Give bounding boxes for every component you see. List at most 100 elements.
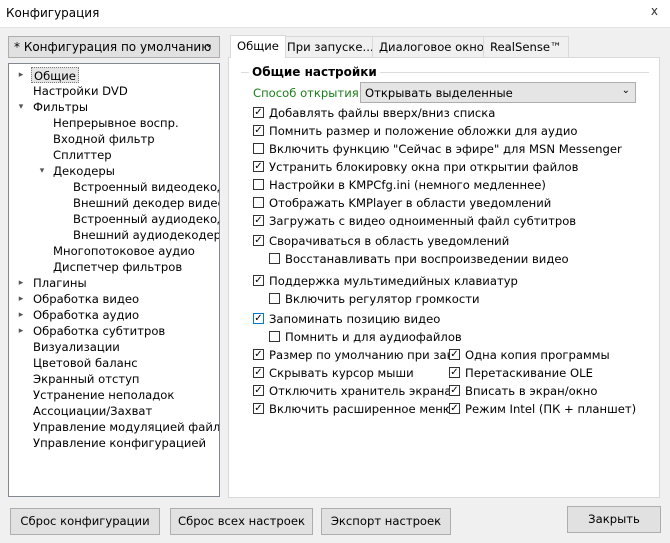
checkbox-label: Отключить хранитель экрана [269, 384, 452, 398]
checkbox-kmpcfg-ini[interactable]: Настройки в KMPCfg.ini (немного медленне… [253, 177, 546, 193]
checkbox-icon[interactable] [253, 313, 264, 324]
checkbox-single-instance[interactable]: Одна копия программы [449, 347, 610, 363]
tree-item-filters[interactable]: Фильтры [33, 99, 88, 115]
checkbox-icon[interactable] [449, 403, 460, 414]
expand-icon[interactable]: ▸ [16, 275, 26, 291]
expand-icon[interactable]: ▸ [16, 307, 26, 323]
checkbox-icon[interactable] [449, 349, 460, 360]
checkbox-label: Восстанавливать при воспроизведении виде… [285, 252, 569, 266]
checkbox-icon[interactable] [269, 253, 280, 264]
checkbox-remember-position[interactable]: Запоминать позицию видео [253, 311, 440, 327]
checkbox-hide-cursor[interactable]: Скрывать курсор мыши [253, 365, 414, 381]
tree-item-file-modulation[interactable]: Управление модуляцией файла [33, 419, 219, 435]
checkbox-extended-menu[interactable]: Включить расширенное меню [253, 401, 453, 417]
expand-icon[interactable]: ▸ [16, 291, 26, 307]
tree-item-continuous-play[interactable]: Непрерывное воспр. [53, 115, 179, 131]
tree-item-video-processing[interactable]: Обработка видео [33, 291, 139, 307]
checkbox-media-keys[interactable]: Поддержка мультимедийных клавиатур [253, 273, 518, 289]
tree-item-visualizations[interactable]: Визуализации [33, 339, 120, 355]
checkbox-minimize-to-tray[interactable]: Сворачиваться в область уведомлений [253, 233, 509, 249]
checkbox-icon[interactable] [253, 215, 264, 226]
tree-item-dvd[interactable]: Настройки DVD [33, 83, 128, 99]
close-icon[interactable]: x [651, 4, 658, 18]
tree-item-decoders[interactable]: Декодеры [53, 163, 115, 179]
checkbox-label: Поддержка мультимедийных клавиатур [269, 274, 518, 288]
checkbox-icon[interactable] [449, 367, 460, 378]
tree-item-filter-manager[interactable]: Диспетчер фильтров [53, 259, 182, 275]
checkbox-icon[interactable] [253, 403, 264, 414]
tree-item-config-management[interactable]: Управление конфигурацией [33, 435, 206, 451]
tree-item-external-video-decoder[interactable]: Внешний декодер видео [73, 195, 219, 211]
checkbox-icon[interactable] [253, 179, 264, 190]
chevron-down-icon: ⌄ [621, 85, 630, 96]
checkbox-tray-icon[interactable]: Отображать KMPlayer в области уведомлени… [253, 195, 551, 211]
checkbox-icon[interactable] [253, 367, 264, 378]
tree-item-troubleshooting[interactable]: Устранение неполадок [33, 387, 174, 403]
tree-item-color-balance[interactable]: Цветовой баланс [33, 355, 138, 371]
checkbox-msn-now-playing[interactable]: Включить функцию "Сейчас в эфире" для MS… [253, 141, 622, 157]
tree-item-associations[interactable]: Ассоциации/Захват [33, 403, 152, 419]
reset-all-button[interactable]: Сброс всех настроек [170, 508, 313, 535]
tab-general[interactable]: Общие [230, 35, 286, 58]
checkbox-add-files[interactable]: Добавлять файлы вверх/вниз списка [253, 105, 495, 121]
tab-dialog[interactable]: Диалоговое окно [372, 36, 491, 57]
tree-item-splitter[interactable]: Сплиттер [53, 147, 112, 163]
tree-item-plugins[interactable]: Плагины [33, 275, 87, 291]
checkbox-label: Помнить размер и положение обложки для а… [269, 124, 578, 138]
checkbox-default-size[interactable]: Размер по умолчанию при закр [253, 347, 449, 363]
checkbox-label: Помнить и для аудиофайлов [285, 330, 462, 344]
checkbox-restore-on-play[interactable]: Восстанавливать при воспроизведении виде… [269, 251, 569, 267]
checkbox-icon[interactable] [253, 161, 264, 172]
tree-item-screen-margin[interactable]: Экранный отступ [33, 371, 140, 387]
checkbox-icon[interactable] [269, 331, 280, 342]
checkbox-no-window-lock[interactable]: Устранить блокировку окна при открытии ф… [253, 159, 578, 175]
checkbox-intel-mode[interactable]: Режим Intel (ПК + планшет) [449, 401, 636, 417]
checkbox-icon[interactable] [253, 125, 264, 136]
checkbox-icon[interactable] [253, 107, 264, 118]
tree-item-multistream-audio[interactable]: Многопотоковое аудио [53, 243, 195, 259]
collapse-icon[interactable]: ▾ [16, 99, 26, 115]
checkbox-disable-screensaver[interactable]: Отключить хранитель экрана [253, 383, 451, 399]
tree-item-audio-processing[interactable]: Обработка аудио [33, 307, 139, 323]
open-method-select[interactable]: Открывать выделенные ⌄ [360, 82, 636, 103]
window-title: Конфигурация [6, 6, 100, 20]
checkbox-remember-audio[interactable]: Помнить и для аудиофайлов [269, 329, 462, 345]
tree-item-builtin-audio-decoder[interactable]: Встроенный аудиодекодер [73, 211, 219, 227]
checkbox-remember-cover[interactable]: Помнить размер и положение обложки для а… [253, 123, 578, 139]
tree-item-input-filter[interactable]: Входной фильтр [53, 131, 155, 147]
tree-item-builtin-video-decoder[interactable]: Встроенный видеодекодер [73, 179, 219, 195]
checkbox-icon[interactable] [449, 385, 460, 396]
checkbox-icon[interactable] [253, 143, 264, 154]
checkbox-label: Перетаскивание OLE [465, 366, 593, 380]
reset-config-button[interactable]: Сброс конфигурации [10, 508, 160, 535]
tree-item-subtitle-processing[interactable]: Обработка субтитров [33, 323, 165, 339]
checkbox-ole-drag[interactable]: Перетаскивание OLE [449, 365, 593, 381]
checkbox-icon[interactable] [253, 385, 264, 396]
checkbox-volume-control[interactable]: Включить регулятор громкости [269, 291, 480, 307]
tab-realsense[interactable]: RealSense™ [483, 36, 569, 57]
checkbox-icon[interactable] [253, 235, 264, 246]
checkbox-icon[interactable] [269, 293, 280, 304]
configuration-select[interactable]: * Конфигурация по умолчанию ⌄ [8, 36, 220, 58]
close-button[interactable]: Закрыть [567, 506, 661, 533]
checkbox-icon[interactable] [253, 349, 264, 360]
open-method-label: Способ открытия: [253, 86, 363, 100]
checkbox-fit-to-screen[interactable]: Вписать в экран/окно [449, 383, 597, 399]
expand-icon[interactable]: ▸ [16, 323, 26, 339]
checkbox-label: Включить функцию "Сейчас в эфире" для MS… [269, 142, 622, 156]
checkbox-label: Режим Intel (ПК + планшет) [465, 402, 637, 416]
tree-item-general[interactable]: Общие [31, 67, 79, 83]
checkbox-label: Сворачиваться в область уведомлений [269, 234, 510, 248]
checkbox-load-subtitles[interactable]: Загружать с видео одноименный файл субти… [253, 213, 576, 229]
checkbox-icon[interactable] [253, 275, 264, 286]
checkbox-label: Отображать KMPlayer в области уведомлени… [269, 196, 552, 210]
export-settings-button[interactable]: Экспорт настроек [321, 508, 451, 535]
chevron-down-icon: ⌄ [204, 39, 213, 50]
checkbox-label: Одна копия программы [465, 348, 610, 362]
tab-on-startup[interactable]: При запуске... [280, 36, 381, 57]
collapse-icon[interactable]: ▾ [37, 163, 47, 179]
settings-tree[interactable]: ▸ Общие Настройки DVD ▾ Фильтры Непрерыв… [8, 63, 220, 497]
tree-item-external-audio-decoder[interactable]: Внешний аудиодекодер [73, 227, 219, 243]
checkbox-icon[interactable] [253, 197, 264, 208]
expand-icon[interactable]: ▸ [16, 67, 26, 83]
